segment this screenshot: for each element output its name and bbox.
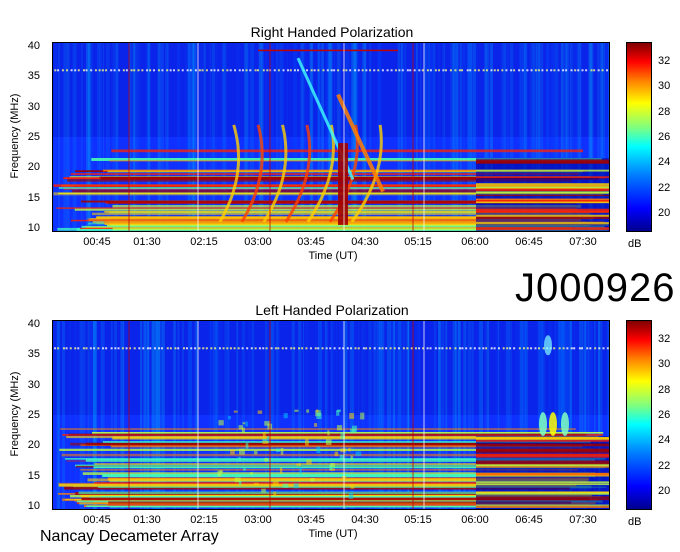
top-colorbar-label: dB: [628, 238, 642, 250]
x-tick-label: 00:45: [83, 514, 111, 526]
y-tick-label: 10: [27, 499, 40, 512]
x-tick-label: 05:15: [404, 236, 432, 248]
y-tick-label: 25: [27, 409, 40, 421]
x-tick-label: 06:00: [461, 514, 489, 526]
x-tick-label: 04:30: [351, 236, 379, 248]
x-tick-label: 03:00: [244, 514, 272, 526]
bottom-colorbar: [626, 320, 652, 510]
y-tick-label: 15: [27, 191, 40, 204]
x-tick-label: 01:30: [133, 514, 161, 526]
bottom-chart-title: Left Handed Polarization: [255, 302, 409, 318]
x-tick-label: 06:45: [515, 236, 543, 248]
x-tick-label: 07:30: [569, 236, 597, 248]
x-tick-label: 04:30: [351, 514, 379, 526]
colorbar-tick-label: 32: [658, 333, 671, 345]
x-tick-label: 00:45: [83, 236, 111, 248]
y-tick-label: 35: [27, 70, 40, 83]
y-tick-label: 30: [27, 100, 40, 113]
colorbar-tick-label: 24: [658, 156, 671, 169]
x-tick-label: 05:15: [404, 514, 432, 526]
bottom-spectrogram: [52, 320, 610, 510]
top-colorbar: [626, 42, 652, 232]
colorbar-tick-label: 22: [658, 459, 671, 472]
colorbar-tick-label: 26: [658, 409, 671, 421]
x-tick-label: 02:15: [190, 236, 218, 248]
y-tick-label: 20: [27, 161, 40, 174]
x-tick-label: 06:45: [515, 514, 543, 526]
colorbar-tick-label: 28: [658, 105, 671, 118]
source-label: Nancay Decameter Array: [40, 528, 219, 545]
colorbar-tick-label: 26: [658, 131, 671, 143]
top-x-axis-label: Time (UT): [308, 250, 358, 262]
y-tick-label: 15: [27, 469, 40, 482]
y-tick-label: 40: [27, 40, 40, 53]
y-tick-label: 20: [27, 439, 40, 452]
y-tick-label: 40: [27, 318, 40, 331]
x-tick-label: 03:00: [244, 236, 272, 248]
bottom-colorbar-label: dB: [628, 516, 642, 528]
x-tick-label: 03:45: [297, 514, 325, 526]
top-chart-title: Right Handed Polarization: [250, 24, 414, 40]
y-tick-label: 25: [27, 131, 40, 143]
top-spectrogram: [52, 42, 610, 232]
bottom-x-axis-label: Time (UT): [308, 528, 358, 540]
colorbar-tick-label: 24: [658, 434, 671, 447]
y-tick-label: 30: [27, 378, 40, 391]
x-tick-label: 07:30: [569, 514, 597, 526]
x-tick-label: 01:30: [133, 236, 161, 248]
colorbar-tick-label: 28: [658, 383, 671, 396]
y-tick-label: 35: [27, 348, 40, 361]
colorbar-tick-label: 32: [658, 55, 671, 67]
colorbar-tick-label: 30: [658, 358, 671, 371]
colorbar-tick-label: 20: [658, 485, 671, 497]
y-tick-label: 10: [27, 221, 40, 234]
colorbar-tick-label: 30: [658, 80, 671, 93]
x-tick-label: 06:00: [461, 236, 489, 248]
colorbar-tick-label: 20: [658, 207, 671, 219]
colorbar-tick-label: 22: [658, 181, 671, 194]
x-tick-label: 02:15: [190, 514, 218, 526]
x-tick-label: 03:45: [297, 236, 325, 248]
